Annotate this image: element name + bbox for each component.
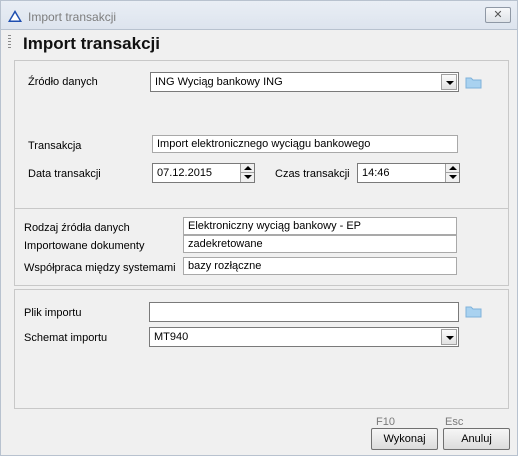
import-schema-label: Schemat importu — [24, 332, 108, 344]
window-title: Import transakcji — [28, 10, 117, 24]
info-panel: Rodzaj źródła danych Elektroniczny wycią… — [14, 208, 509, 286]
app-triangle-icon — [8, 10, 22, 22]
transaction-field[interactable]: Import elektronicznego wyciągu bankowego — [152, 135, 458, 153]
transaction-value: Import elektronicznego wyciągu bankowego — [157, 138, 371, 150]
time-value: 14:46 — [362, 167, 390, 179]
date-field[interactable]: 07.12.2015 — [152, 163, 255, 183]
execute-shortcut: F10 — [376, 416, 395, 428]
cooperation-label: Współpraca między systemami — [24, 262, 176, 274]
time-spinner[interactable] — [445, 164, 459, 182]
date-value: 07.12.2015 — [157, 167, 213, 179]
chevron-down-icon[interactable] — [441, 74, 457, 90]
time-label: Czas transakcji — [275, 168, 350, 180]
cancel-button[interactable]: Anuluj — [443, 428, 510, 450]
transaction-panel: Źródło danych ING Wyciąg bankowy ING Tra… — [14, 60, 509, 228]
date-spinner[interactable] — [240, 164, 254, 182]
page-title: Import transakcji — [23, 34, 160, 53]
folder-icon[interactable] — [465, 304, 482, 318]
cancel-shortcut: Esc — [445, 416, 464, 428]
time-field[interactable]: 14:46 — [357, 163, 460, 183]
import-panel: Plik importu Schemat importu MT940 — [14, 289, 509, 409]
import-file-input[interactable] — [149, 302, 459, 322]
source-type-value: Elektroniczny wyciąg bankowy - EP — [188, 220, 362, 232]
import-schema-select[interactable]: MT940 — [149, 327, 459, 347]
source-select[interactable]: ING Wyciąg bankowy ING — [150, 72, 459, 92]
imported-docs-value: zadekretowane — [188, 238, 263, 250]
chevron-down-icon[interactable] — [441, 329, 457, 345]
source-type-label: Rodzaj źródła danych — [24, 222, 130, 234]
imported-docs-label: Importowane dokumenty — [24, 240, 145, 252]
spin-down-icon[interactable] — [446, 173, 459, 182]
folder-icon[interactable] — [465, 75, 482, 89]
cooperation-value: bazy rozłączne — [188, 260, 262, 272]
transaction-label: Transakcja — [28, 140, 82, 152]
spin-up-icon[interactable] — [241, 164, 254, 173]
close-icon: ✕ — [493, 9, 503, 21]
imported-docs-field: zadekretowane — [183, 235, 457, 253]
source-type-field: Elektroniczny wyciąg bankowy - EP — [183, 217, 457, 235]
source-value: ING Wyciąg bankowy ING — [155, 76, 283, 88]
date-label: Data transakcji — [28, 168, 101, 180]
dialog-body: Import transakcji Źródło danych ING Wyci… — [0, 30, 518, 456]
import-file-label: Plik importu — [24, 307, 82, 319]
cooperation-field: bazy rozłączne — [183, 257, 457, 275]
title-bar: Import transakcji ✕ — [0, 0, 518, 30]
source-label: Źródło danych — [28, 76, 98, 88]
execute-button[interactable]: Wykonaj — [371, 428, 438, 450]
drag-grip-icon[interactable] — [8, 35, 11, 49]
import-schema-value: MT940 — [154, 331, 189, 343]
spin-up-icon[interactable] — [446, 164, 459, 173]
spin-down-icon[interactable] — [241, 173, 254, 182]
close-button[interactable]: ✕ — [485, 7, 511, 23]
